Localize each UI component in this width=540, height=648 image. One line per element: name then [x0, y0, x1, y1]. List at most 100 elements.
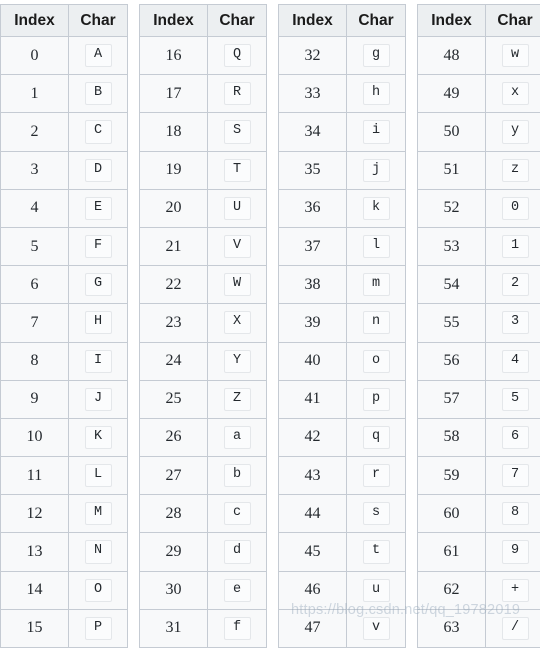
cell-index: 35 — [279, 151, 347, 189]
char-code-box: 9 — [502, 540, 529, 563]
cell-index: 31 — [140, 609, 208, 647]
cell-index: 26 — [140, 418, 208, 456]
table-row: 45t — [279, 533, 406, 571]
table-row: 46u — [279, 571, 406, 609]
column-header-char: Char — [69, 5, 128, 37]
cell-index: 32 — [279, 37, 347, 75]
cell-char: r — [347, 457, 406, 495]
char-code-box: w — [502, 44, 529, 67]
cell-char: 3 — [486, 304, 540, 342]
table-row: 18S — [140, 113, 267, 151]
char-code-box: y — [502, 120, 529, 143]
cell-index: 61 — [418, 533, 486, 571]
table-row: 28 c — [140, 495, 267, 533]
cell-char: Z — [208, 380, 267, 418]
table-row: 48 w — [418, 37, 540, 75]
cell-char: C — [69, 113, 128, 151]
cell-char: g — [347, 37, 406, 75]
table-row: 61 9 — [418, 533, 540, 571]
cell-index: 3 — [1, 151, 69, 189]
cell-index: 56 — [418, 342, 486, 380]
table-row: 13N — [1, 533, 128, 571]
cell-index: 21 — [140, 227, 208, 265]
cell-index: 24 — [140, 342, 208, 380]
table-row: 41p — [279, 380, 406, 418]
cell-index: 38 — [279, 266, 347, 304]
table-row: 56 4 — [418, 342, 540, 380]
char-code-box: v — [363, 617, 390, 640]
table-row: 39n — [279, 304, 406, 342]
cell-char: f — [208, 609, 267, 647]
cell-index: 55 — [418, 304, 486, 342]
cell-index: 48 — [418, 37, 486, 75]
base64-table: IndexChar16Q17R18S19T20U21V22W23X24Y25Z2… — [139, 4, 267, 648]
column-header-char: Char — [486, 5, 540, 37]
cell-char: o — [347, 342, 406, 380]
char-code-box: 4 — [502, 350, 529, 373]
base64-table-page: IndexChar0A1B2C3D4E5F6G7H8I9J10K11L12M13… — [0, 0, 540, 628]
cell-index: 47 — [279, 609, 347, 647]
table-row: 51z — [418, 151, 540, 189]
table-row: 3D — [1, 151, 128, 189]
cell-index: 22 — [140, 266, 208, 304]
char-code-box: G — [85, 273, 112, 296]
table-row: 63/ — [418, 609, 540, 647]
table-row: 575 — [418, 380, 540, 418]
cell-index: 53 — [418, 227, 486, 265]
table-row: 12M — [1, 495, 128, 533]
char-code-box: X — [224, 311, 251, 334]
cell-index: 33 — [279, 75, 347, 113]
cell-index: 9 — [1, 380, 69, 418]
cell-char: b — [208, 457, 267, 495]
char-code-box: l — [363, 235, 390, 258]
cell-index: 0 — [1, 37, 69, 75]
cell-index: 28 — [140, 495, 208, 533]
table-row: 608 — [418, 495, 540, 533]
char-code-box: d — [224, 540, 251, 563]
char-code-box: h — [363, 82, 390, 105]
column-header-index: Index — [279, 5, 347, 37]
char-code-box: Q — [224, 44, 251, 67]
cell-index: 2 — [1, 113, 69, 151]
char-code-box: R — [224, 82, 251, 105]
cell-char: I — [69, 342, 128, 380]
table-row: 11L — [1, 457, 128, 495]
cell-char: H — [69, 304, 128, 342]
cell-char: e — [208, 571, 267, 609]
cell-char: P — [69, 609, 128, 647]
char-code-box: a — [224, 426, 251, 449]
table-row: 4E — [1, 189, 128, 227]
char-code-box: U — [224, 197, 251, 220]
cell-char: 2 — [486, 266, 540, 304]
cell-char: / — [486, 609, 540, 647]
table-row: 62+ — [418, 571, 540, 609]
table-row: 8I — [1, 342, 128, 380]
char-code-box: c — [224, 502, 251, 525]
cell-index: 27 — [140, 457, 208, 495]
cell-char: Q — [208, 37, 267, 75]
table-row: 33 h — [279, 75, 406, 113]
cell-index: 42 — [279, 418, 347, 456]
table-row: 36k — [279, 189, 406, 227]
cell-char: h — [347, 75, 406, 113]
char-code-box: r — [363, 464, 390, 487]
char-code-box: I — [85, 350, 112, 373]
base64-table: IndexChar32g33h34i35j36k37l38m39n40o41p4… — [278, 4, 406, 648]
table-row: 2C — [1, 113, 128, 151]
char-code-box: x — [502, 82, 529, 105]
char-code-box: K — [85, 426, 112, 449]
cell-index: 8 — [1, 342, 69, 380]
table-header-row: IndexChar — [279, 5, 406, 37]
char-code-box: P — [85, 617, 112, 640]
table-row: 25Z — [140, 380, 267, 418]
column-header-index: Index — [140, 5, 208, 37]
cell-index: 46 — [279, 571, 347, 609]
table-row: 9J — [1, 380, 128, 418]
cell-index: 59 — [418, 457, 486, 495]
cell-index: 5 — [1, 227, 69, 265]
char-code-box: z — [502, 159, 529, 182]
cell-index: 17 — [140, 75, 208, 113]
cell-index: 62 — [418, 571, 486, 609]
char-code-box: E — [85, 197, 112, 220]
cell-index: 15 — [1, 609, 69, 647]
